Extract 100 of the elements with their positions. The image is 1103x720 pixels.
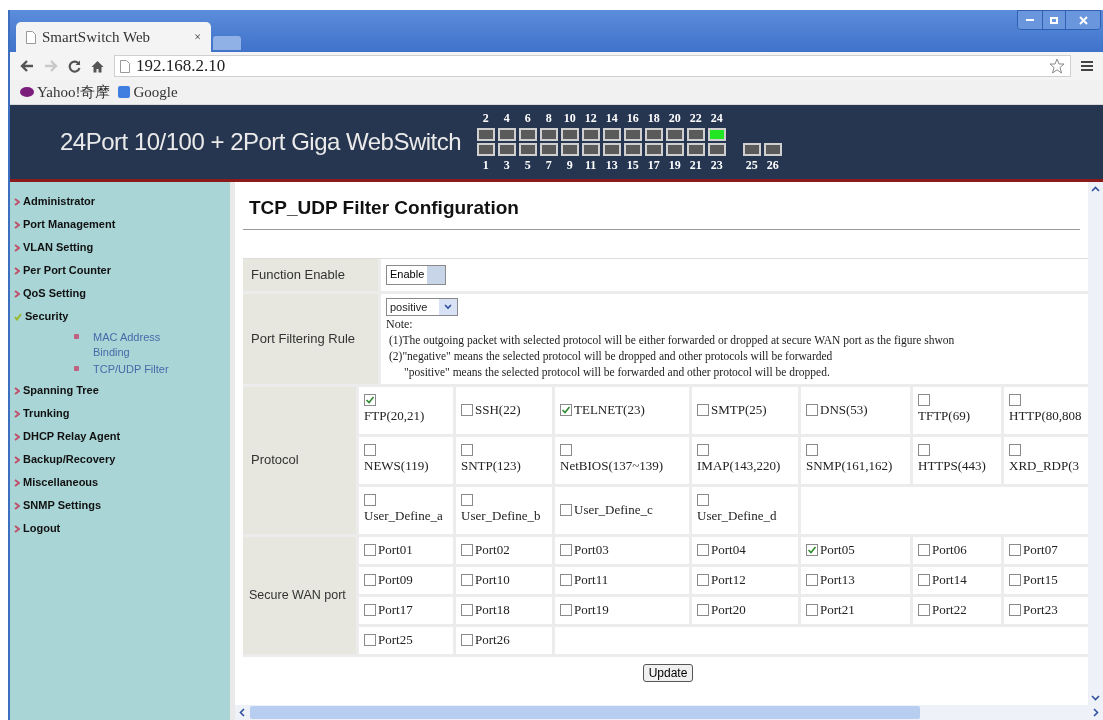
note-text: (2)"negative" means the selected protocol will be dropped and other protocols will be forwarded xyxy=(388,348,834,364)
port-number: 10 xyxy=(563,111,576,126)
checkbox[interactable] xyxy=(461,634,473,646)
close-window-button[interactable] xyxy=(1066,11,1100,29)
checkbox[interactable] xyxy=(461,404,473,416)
checkbox[interactable] xyxy=(560,444,572,457)
sidebar-item[interactable]: Trunking xyxy=(14,402,230,425)
sidebar-item[interactable]: Per Port Counter xyxy=(14,259,230,282)
checkbox[interactable] xyxy=(560,504,572,516)
port-number: 3 xyxy=(503,158,510,173)
option-label: User_Define_d xyxy=(697,507,778,526)
bookmark[interactable]: Yahoo!奇摩 xyxy=(20,80,111,104)
port-number: 18 xyxy=(647,111,660,126)
checkbox[interactable] xyxy=(918,544,930,556)
checkbox[interactable] xyxy=(806,544,818,556)
menu-icon[interactable] xyxy=(1081,60,1093,72)
checkbox[interactable] xyxy=(560,404,572,416)
sidebar-item[interactable]: QoS Setting xyxy=(14,282,230,305)
option-label: SNMP(161,162) xyxy=(806,457,894,476)
checkbox[interactable] xyxy=(364,444,376,457)
checkbox[interactable] xyxy=(918,604,930,616)
checkbox[interactable] xyxy=(1009,604,1021,616)
option-label: Port21 xyxy=(820,601,855,620)
checkbox[interactable] xyxy=(364,604,376,616)
option-label: Port19 xyxy=(574,601,609,620)
checkbox[interactable] xyxy=(1009,544,1021,556)
sidebar-item[interactable]: Port Management xyxy=(14,213,230,236)
checkbox[interactable] xyxy=(364,574,376,586)
sidebar-item[interactable]: Security xyxy=(14,305,230,328)
address-field[interactable]: 192.168.2.10 xyxy=(114,55,1071,77)
update-button[interactable]: Update xyxy=(642,663,694,682)
port-number: 20 xyxy=(668,111,681,126)
sidebar-item[interactable]: Miscellaneous xyxy=(14,471,230,494)
note-title: Note: xyxy=(386,315,414,332)
option-label: Port13 xyxy=(820,571,855,590)
rule-select[interactable]: positive xyxy=(386,297,458,316)
checkbox[interactable] xyxy=(364,394,376,407)
row-label: Protocol xyxy=(243,386,356,534)
port-number: 25 xyxy=(745,158,758,173)
minimize-button[interactable] xyxy=(1018,11,1042,29)
browser-tab[interactable]: SmartSwitch Web × xyxy=(16,22,211,52)
checkbox[interactable] xyxy=(918,444,930,457)
sidebar-item[interactable]: SNMP Settings xyxy=(14,494,230,517)
checkbox[interactable] xyxy=(461,574,473,586)
checkbox[interactable] xyxy=(364,494,376,507)
port-number: 14 xyxy=(605,111,618,126)
close-icon xyxy=(1078,15,1088,25)
port-number: 7 xyxy=(545,158,552,173)
back-icon[interactable] xyxy=(20,60,34,72)
checkbox[interactable] xyxy=(560,574,572,586)
sidebar-item[interactable]: Administrator xyxy=(14,190,230,213)
checkbox[interactable] xyxy=(697,604,709,616)
checkbox[interactable] xyxy=(697,404,709,416)
checkbox[interactable] xyxy=(697,574,709,586)
checkbox[interactable] xyxy=(806,404,818,416)
option-label: TFTP(69) xyxy=(918,407,971,426)
reload-icon[interactable] xyxy=(68,59,81,73)
checkbox[interactable] xyxy=(1009,394,1021,407)
checkbox[interactable] xyxy=(697,444,709,457)
maximize-button[interactable] xyxy=(1042,11,1066,29)
checkbox[interactable] xyxy=(461,494,473,507)
bullet-icon xyxy=(74,366,79,371)
checkbox[interactable] xyxy=(364,544,376,556)
checkbox[interactable] xyxy=(560,544,572,556)
port-number: 11 xyxy=(584,158,597,173)
sidebar-item[interactable]: DHCP Relay Agent xyxy=(14,425,230,448)
sidebar-item[interactable]: Spanning Tree xyxy=(14,379,230,402)
close-button[interactable]: × xyxy=(194,28,201,46)
checkbox[interactable] xyxy=(461,444,473,457)
checkbox[interactable] xyxy=(806,604,818,616)
checkbox[interactable] xyxy=(560,604,572,616)
option-label: Port07 xyxy=(1023,541,1058,560)
bookmark[interactable]: Google xyxy=(118,80,178,104)
note-text: (1)The outgoing packet with selected protocol will be either forwarded or dropped at secure WAN port as the figure shwon xyxy=(388,332,956,348)
home-icon[interactable] xyxy=(91,59,104,73)
option-label: IMAP(143,220) xyxy=(697,457,782,476)
checkbox[interactable] xyxy=(461,604,473,616)
bullet-icon xyxy=(74,334,79,339)
checkbox[interactable] xyxy=(918,574,930,586)
checkbox[interactable] xyxy=(806,444,818,457)
checkbox[interactable] xyxy=(806,574,818,586)
sidebar-subitem[interactable]: TCP/UDP Filter xyxy=(93,362,183,377)
port-number: 22 xyxy=(689,111,702,126)
checkbox[interactable] xyxy=(1009,574,1021,586)
checkbox[interactable] xyxy=(364,634,376,646)
checkbox[interactable] xyxy=(918,394,930,407)
option-label: User_Define_a xyxy=(364,507,444,526)
checkbox[interactable] xyxy=(697,494,709,507)
star-icon[interactable] xyxy=(1049,58,1065,74)
sidebar-item[interactable]: VLAN Setting xyxy=(14,236,230,259)
sidebar-subitem[interactable]: MAC Address Binding xyxy=(93,330,183,360)
checkbox[interactable] xyxy=(697,544,709,556)
checkbox[interactable] xyxy=(1009,444,1021,457)
sidebar-item[interactable]: Logout xyxy=(14,517,230,540)
port-number: 17 xyxy=(647,158,660,173)
option-label: Port02 xyxy=(475,541,510,560)
sidebar-item[interactable]: Backup/Recovery xyxy=(14,448,230,471)
option-label: Port09 xyxy=(378,571,413,590)
checkbox[interactable] xyxy=(461,544,473,556)
option-label: SNTP(123) xyxy=(461,457,522,476)
